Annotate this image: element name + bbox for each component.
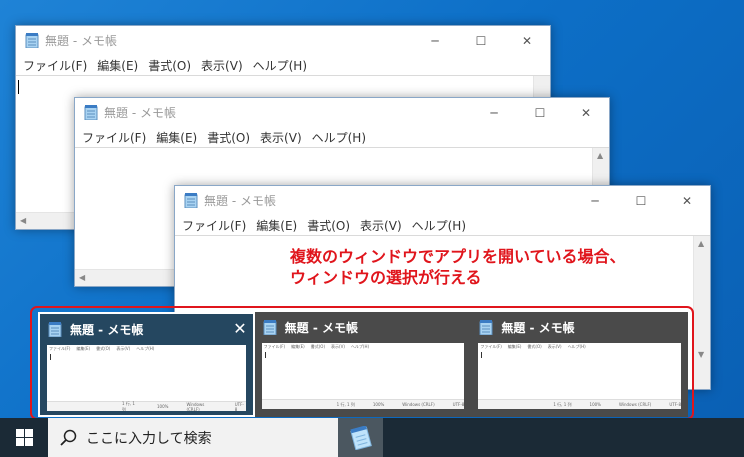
notepad-icon xyxy=(25,33,39,48)
taskbar-search-box[interactable]: ここに入力して検索 xyxy=(48,418,338,457)
window-title: 無題 - メモ帳 xyxy=(204,194,276,208)
scroll-left-icon[interactable]: ◀ xyxy=(79,273,85,282)
menu-format[interactable]: 書式(O) xyxy=(204,129,257,146)
notepad-icon xyxy=(349,425,372,450)
scroll-left-icon[interactable]: ◀ xyxy=(20,216,26,225)
menu-help[interactable]: ヘルプ(H) xyxy=(409,217,473,234)
maximize-button[interactable]: ☐ xyxy=(458,26,504,55)
annotation-text: 複数のウィンドウでアプリを開いている場合、 ウィンドウの選択が行える xyxy=(290,246,626,288)
window-title: 無題 - メモ帳 xyxy=(45,34,117,48)
highlight-box xyxy=(30,306,694,420)
scroll-up-icon[interactable]: ▲ xyxy=(597,151,603,160)
close-button[interactable]: ✕ xyxy=(504,26,550,55)
menu-help[interactable]: ヘルプ(H) xyxy=(309,129,373,146)
menu-view[interactable]: 表示(V) xyxy=(357,217,409,234)
menu-file[interactable]: ファイル(F) xyxy=(79,129,153,146)
search-icon xyxy=(60,429,77,446)
vertical-scrollbar[interactable]: ▲ ▼ xyxy=(693,236,710,389)
annotation-line-2: ウィンドウの選択が行える xyxy=(290,268,482,287)
annotation-line-1: 複数のウィンドウでアプリを開いている場合、 xyxy=(290,247,626,266)
windows-logo-icon xyxy=(15,429,33,446)
menu-edit[interactable]: 編集(E) xyxy=(94,57,145,74)
window-title: 無題 - メモ帳 xyxy=(104,106,176,120)
maximize-button[interactable]: ☐ xyxy=(517,98,563,127)
menu-format[interactable]: 書式(O) xyxy=(304,217,357,234)
notepad-icon xyxy=(84,105,98,120)
menu-file[interactable]: ファイル(F) xyxy=(179,217,253,234)
scroll-down-icon[interactable]: ▼ xyxy=(698,350,704,359)
menu-bar: ファイル(F) 編集(E) 書式(O) 表示(V) ヘルプ(H) xyxy=(16,55,550,75)
menu-view[interactable]: 表示(V) xyxy=(257,129,309,146)
menu-edit[interactable]: 編集(E) xyxy=(153,129,204,146)
taskbar: ここに入力して検索 xyxy=(0,418,744,457)
title-bar[interactable]: 無題 - メモ帳 ─ ☐ ✕ xyxy=(175,186,710,215)
close-button[interactable]: ✕ xyxy=(563,98,609,127)
title-bar[interactable]: 無題 - メモ帳 ─ ☐ ✕ xyxy=(75,98,609,127)
menu-format[interactable]: 書式(O) xyxy=(145,57,198,74)
menu-view[interactable]: 表示(V) xyxy=(198,57,250,74)
scroll-up-icon[interactable]: ▲ xyxy=(698,239,704,248)
search-placeholder: ここに入力して検索 xyxy=(86,430,212,447)
minimize-button[interactable]: ─ xyxy=(412,26,458,55)
menu-edit[interactable]: 編集(E) xyxy=(253,217,304,234)
menu-bar: ファイル(F) 編集(E) 書式(O) 表示(V) ヘルプ(H) xyxy=(175,215,710,235)
start-button[interactable] xyxy=(0,418,48,457)
minimize-button[interactable]: ─ xyxy=(471,98,517,127)
menu-bar: ファイル(F) 編集(E) 書式(O) 表示(V) ヘルプ(H) xyxy=(75,127,609,147)
text-caret xyxy=(18,80,19,94)
minimize-button[interactable]: ─ xyxy=(572,186,618,215)
menu-file[interactable]: ファイル(F) xyxy=(20,57,94,74)
menu-help[interactable]: ヘルプ(H) xyxy=(250,57,314,74)
maximize-button[interactable]: ☐ xyxy=(618,186,664,215)
title-bar[interactable]: 無題 - メモ帳 ─ ☐ ✕ xyxy=(16,26,550,55)
close-button[interactable]: ✕ xyxy=(664,186,710,215)
taskbar-notepad-button[interactable] xyxy=(338,418,383,457)
notepad-icon xyxy=(184,193,198,208)
